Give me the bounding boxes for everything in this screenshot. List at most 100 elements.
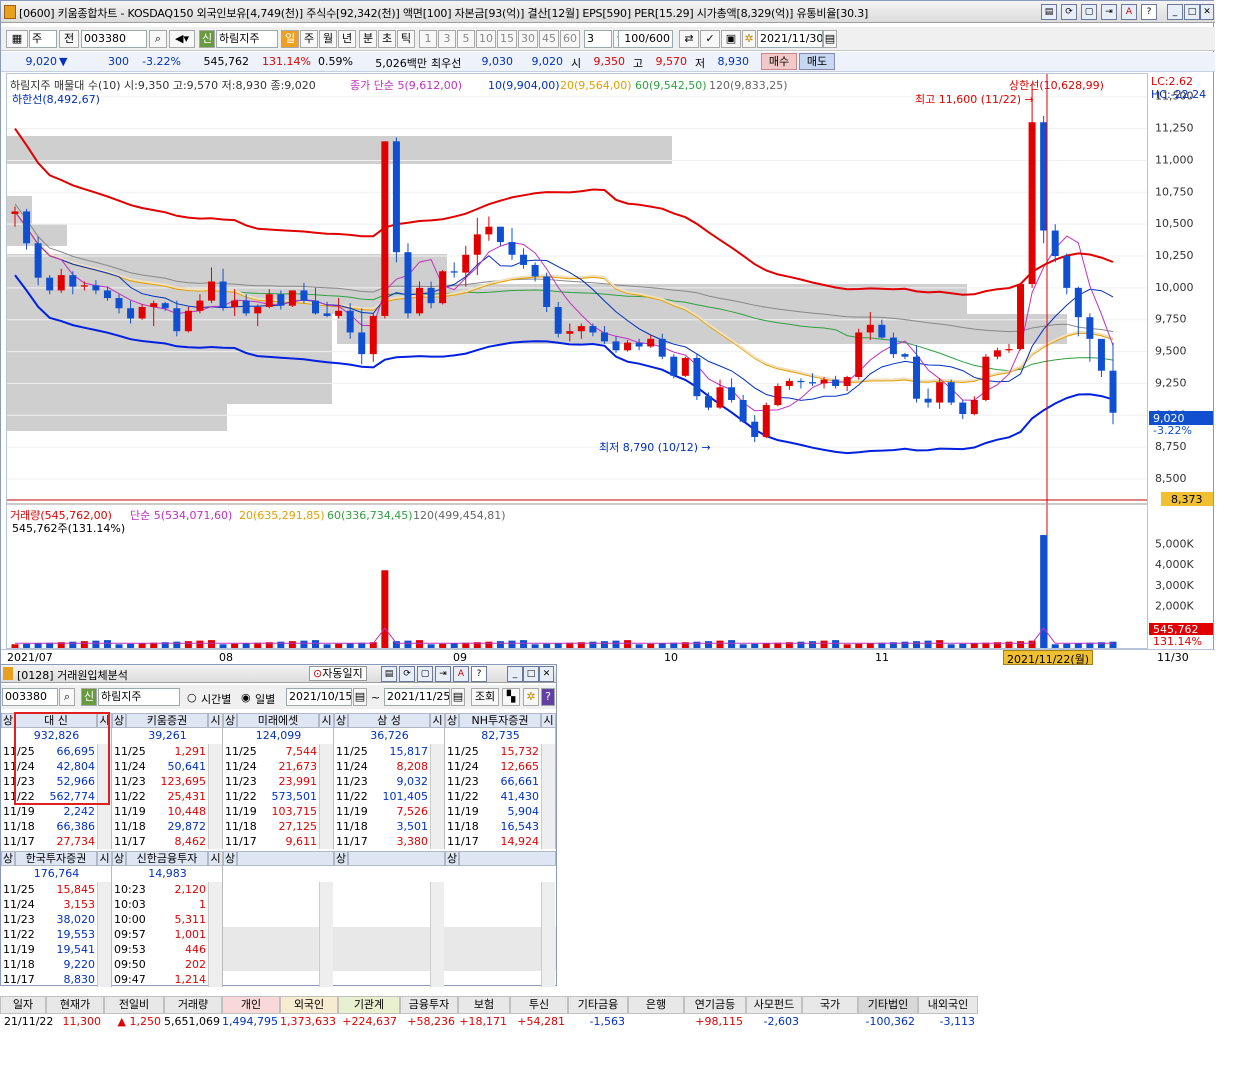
- interval-count[interactable]: 3: [584, 30, 612, 48]
- investor-header: 연기금등: [684, 996, 746, 1014]
- help-icon-2[interactable]: ?: [471, 666, 487, 682]
- interval-45[interactable]: 45: [539, 30, 559, 48]
- broker-total: 39,261: [148, 729, 187, 742]
- interval-60[interactable]: 60: [560, 30, 580, 48]
- link-icon[interactable]: ▤: [1041, 4, 1057, 20]
- auto-journal-button[interactable]: ⊙자동일지: [309, 666, 367, 681]
- sync-icon[interactable]: ⟳: [1061, 4, 1077, 20]
- interval-10[interactable]: 10: [476, 30, 496, 48]
- help-icon-3[interactable]: ?: [541, 688, 555, 706]
- code-input[interactable]: 003380: [81, 30, 147, 48]
- maximize-icon[interactable]: □: [1184, 4, 1200, 20]
- calendar-icon-to[interactable]: ▤: [451, 688, 465, 706]
- broker-code-input[interactable]: 003380: [2, 688, 58, 706]
- x-end-label: 11/30: [1157, 651, 1189, 664]
- scrollbar[interactable]: [208, 882, 222, 987]
- save-icon[interactable]: ▣: [721, 30, 741, 48]
- app-icon-2: [3, 667, 13, 680]
- radio-time-icon[interactable]: ○: [187, 691, 197, 704]
- buy-button[interactable]: 매수: [761, 53, 797, 70]
- calendar-icon-from[interactable]: ▤: [353, 688, 367, 706]
- volume-bar: [11, 644, 19, 648]
- radio-day-icon[interactable]: ◉: [241, 691, 251, 704]
- font-icon[interactable]: A: [1121, 4, 1137, 20]
- search-icon[interactable]: ⌕: [149, 30, 167, 48]
- investor-cell: +54,281: [517, 1015, 565, 1028]
- prev-button[interactable]: 전: [59, 30, 79, 48]
- investor-header: 사모펀드: [746, 996, 802, 1014]
- candle-body: [716, 387, 724, 408]
- close-icon-2[interactable]: ✕: [539, 666, 554, 682]
- candle-body: [936, 382, 944, 403]
- sell-button[interactable]: 매도: [799, 53, 835, 70]
- interval-3[interactable]: 3: [438, 30, 456, 48]
- candle-body: [1109, 370, 1117, 413]
- to-date-input[interactable]: 2021/11/25: [384, 688, 450, 706]
- from-date-input[interactable]: 2021/10/15: [286, 688, 352, 706]
- period-tick[interactable]: 틱: [397, 30, 415, 48]
- candle-body: [520, 254, 528, 265]
- link-icon-2[interactable]: ▤: [381, 666, 397, 682]
- volume-bar: [207, 640, 215, 648]
- minimize-icon-2[interactable]: _: [507, 666, 523, 682]
- mode-day-label[interactable]: 일별: [255, 691, 275, 707]
- font-icon-2[interactable]: A: [453, 666, 469, 682]
- interval-15[interactable]: 15: [497, 30, 517, 48]
- auto-icon: ⊙: [313, 667, 323, 680]
- minimize-icon[interactable]: _: [1167, 4, 1183, 20]
- scrollbar[interactable]: [430, 744, 444, 849]
- speaker-icon[interactable]: ◀▾: [169, 30, 195, 48]
- scrollbar[interactable]: [430, 882, 444, 987]
- candle-body: [496, 226, 504, 242]
- chart-icon[interactable]: ▚: [502, 688, 520, 706]
- gear-icon-2[interactable]: ✲: [523, 688, 539, 706]
- period-minute[interactable]: 분: [359, 30, 377, 48]
- period-week[interactable]: 주: [300, 30, 318, 48]
- interval-1[interactable]: 1: [419, 30, 437, 48]
- date-input[interactable]: 2021/11/30: [757, 30, 823, 48]
- broker-row-value: 23,991: [278, 775, 318, 788]
- y-tick: 8,750: [1155, 440, 1187, 453]
- range-input[interactable]: 100/600: [618, 30, 673, 48]
- pin-icon-2[interactable]: ⇥: [435, 666, 451, 682]
- window-icon-2[interactable]: ▢: [417, 666, 433, 682]
- mode-time-label[interactable]: 시간별: [201, 691, 231, 707]
- period-month[interactable]: 월: [319, 30, 337, 48]
- scrollbar[interactable]: [541, 882, 555, 987]
- candle-body: [658, 338, 666, 357]
- scrollbar[interactable]: [208, 744, 222, 849]
- stock-name[interactable]: 하림지주: [216, 30, 278, 48]
- pin-icon[interactable]: ⇥: [1101, 4, 1117, 20]
- volume-profile-box: [7, 404, 227, 431]
- volume-value: 545,762: [203, 55, 250, 68]
- market-select[interactable]: 주: [29, 30, 57, 48]
- candle-body: [381, 141, 389, 316]
- gear-icon[interactable]: ✲: [742, 30, 756, 48]
- chart-type-icon[interactable]: ▦: [6, 30, 28, 48]
- scrollbar[interactable]: [319, 882, 333, 987]
- investor-cell: -3,113: [939, 1015, 975, 1028]
- calendar-icon[interactable]: ▤: [823, 30, 837, 48]
- broker-stock-name[interactable]: 하림지주: [98, 688, 180, 706]
- close-icon[interactable]: ✕: [1200, 4, 1214, 20]
- period-second[interactable]: 초: [378, 30, 396, 48]
- scrollbar[interactable]: [541, 744, 555, 849]
- maximize-icon-2[interactable]: □: [523, 666, 539, 682]
- help-icon[interactable]: ?: [1141, 4, 1157, 20]
- period-day[interactable]: 일: [281, 30, 299, 48]
- investor-header: 외국인: [280, 996, 338, 1014]
- price-chart[interactable]: 하림지주 매물대 수(10) 시:9,350 고:9,570 저:8,930 종…: [6, 73, 1148, 649]
- check-icon[interactable]: ✓: [700, 30, 720, 48]
- scrollbar[interactable]: [97, 882, 111, 987]
- volume-ma-line: [15, 627, 1113, 644]
- tool-icon[interactable]: ⇄: [679, 30, 699, 48]
- window-icon[interactable]: ▢: [1081, 4, 1097, 20]
- search-icon-2[interactable]: ⌕: [59, 688, 75, 706]
- sync-icon-2[interactable]: ⟳: [399, 666, 415, 682]
- interval-5[interactable]: 5: [457, 30, 475, 48]
- interval-30[interactable]: 30: [518, 30, 538, 48]
- period-year[interactable]: 년: [338, 30, 356, 48]
- y-tick: 9,750: [1155, 313, 1187, 326]
- scrollbar[interactable]: [319, 744, 333, 849]
- query-button[interactable]: 조회: [471, 688, 499, 706]
